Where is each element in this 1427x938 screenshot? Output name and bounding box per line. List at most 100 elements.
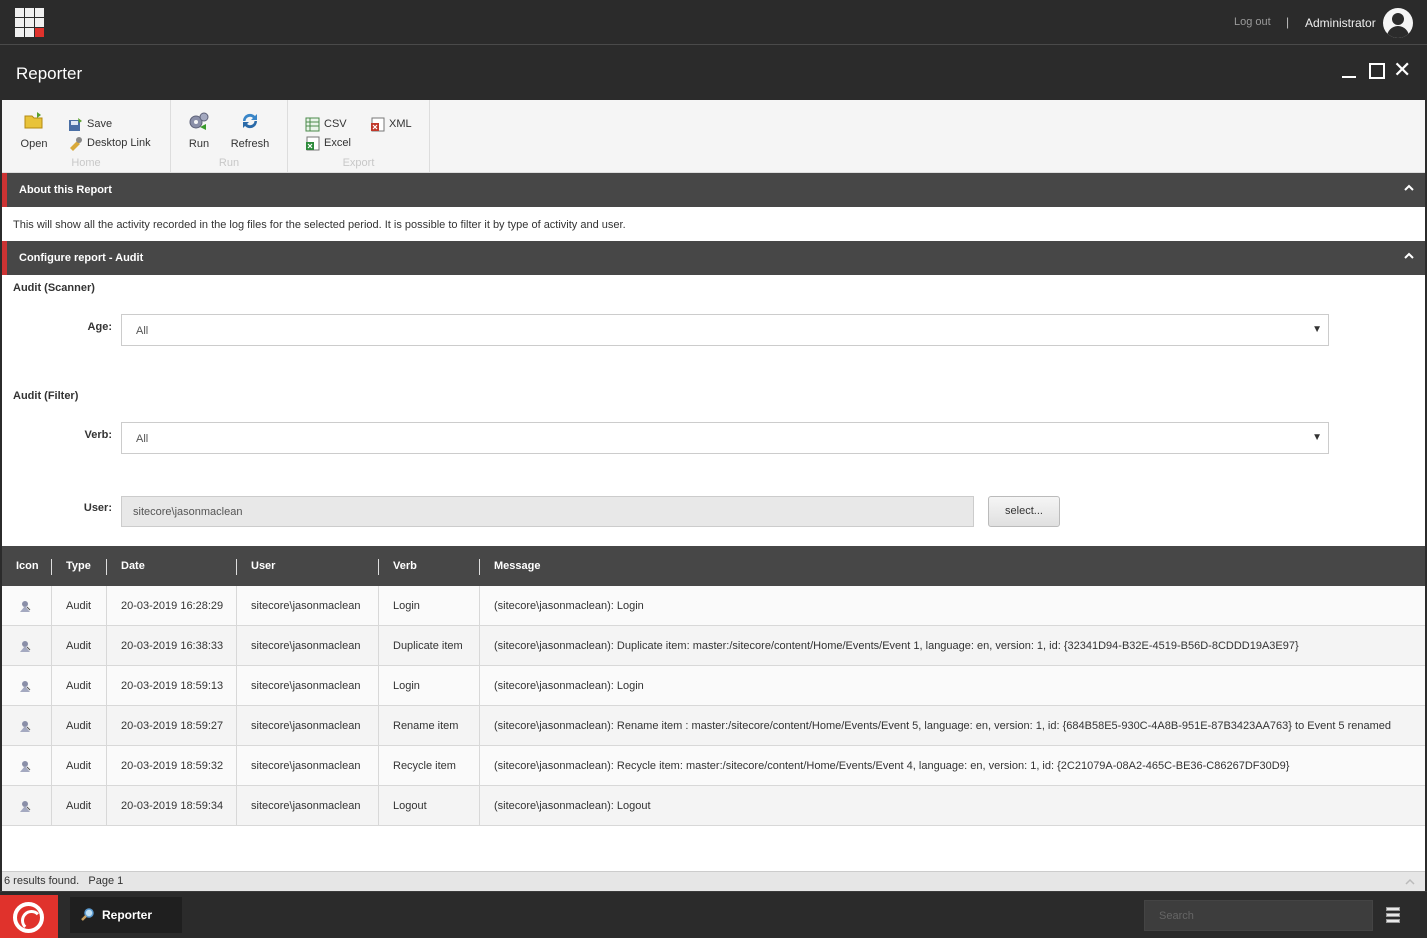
run-button[interactable]: Run: [177, 110, 221, 150]
ribbon-group-export-label: Export: [342, 157, 375, 169]
verb-label: Verb:: [84, 429, 112, 441]
topbar-separator: |: [1286, 15, 1290, 29]
close-icon[interactable]: ✕: [1393, 59, 1413, 81]
start-button[interactable]: [0, 895, 58, 938]
table-row[interactable]: Audit 20-03-2019 18:59:27 sitecore\jason…: [2, 706, 1425, 746]
cell-user: sitecore\jasonmaclean: [237, 746, 379, 786]
avatar[interactable]: [1383, 8, 1413, 38]
taskbar-item-label: Reporter: [102, 908, 153, 922]
cell-message: (sitecore\jasonmaclean): Rename item : m…: [494, 720, 1392, 732]
cell-verb: Login: [379, 586, 480, 626]
taskbar-search-input[interactable]: Search: [1144, 900, 1373, 931]
chevron-up-icon[interactable]: [1405, 877, 1415, 887]
save-button[interactable]: Save: [68, 116, 112, 132]
csv-icon: [305, 117, 320, 131]
top-bar: Log out | Administrator: [0, 0, 1427, 45]
run-label: Run: [188, 138, 210, 150]
xml-label: XML: [389, 118, 412, 130]
desktop-link-button[interactable]: Desktop Link: [68, 135, 151, 151]
column-header-message[interactable]: Message: [480, 546, 1425, 586]
table-row[interactable]: Audit 20-03-2019 18:59:32 sitecore\jason…: [2, 746, 1425, 786]
taskbar-item-reporter[interactable]: Reporter: [70, 897, 182, 933]
logout-link[interactable]: Log out: [1234, 16, 1271, 28]
cell-verb: Recycle item: [379, 746, 480, 786]
search-placeholder: Search: [1159, 910, 1194, 922]
audit-icon: [20, 801, 31, 812]
username-label[interactable]: Administrator: [1305, 16, 1376, 30]
save-icon: [69, 117, 82, 131]
cell-user: sitecore\jasonmaclean: [237, 706, 379, 746]
cell-type: Audit: [52, 666, 107, 706]
cell-type: Audit: [52, 786, 107, 826]
cell-date: 20-03-2019 18:59:13: [107, 666, 237, 706]
export-xml-button[interactable]: XML: [370, 116, 412, 132]
cell-type: Audit: [52, 706, 107, 746]
select-user-button[interactable]: select...: [988, 496, 1060, 527]
cell-user: sitecore\jasonmaclean: [237, 786, 379, 826]
sitecore-logo-icon: [13, 902, 44, 933]
ribbon-group-export: CSV Excel XML Export: [288, 100, 430, 172]
about-section-header[interactable]: About this Report: [2, 173, 1425, 207]
excel-label: Excel: [324, 137, 351, 149]
refresh-icon: [242, 113, 258, 129]
table-row[interactable]: Audit 20-03-2019 16:28:29 sitecore\jason…: [2, 586, 1425, 626]
cell-message: (sitecore\jasonmaclean): Duplicate item:…: [494, 640, 1299, 652]
reporter-window: Open Save Desktop Link Home Run Refresh …: [2, 100, 1425, 891]
results-count: 6 results found. Page 1: [4, 875, 124, 887]
cell-message: (sitecore\jasonmaclean): Login: [494, 600, 644, 612]
ribbon-group-home: Open Save Desktop Link Home: [2, 100, 171, 172]
gears-icon: [189, 112, 209, 130]
configure-section-header[interactable]: Configure report - Audit: [2, 241, 1425, 275]
cell-verb: Rename item: [379, 706, 480, 746]
xml-icon: [371, 117, 385, 131]
verb-selected-value: All: [136, 433, 149, 445]
filter-group-label: Audit (Filter): [13, 390, 79, 402]
cell-date: 20-03-2019 18:59:32: [107, 746, 237, 786]
desktop-link-icon: [70, 136, 82, 151]
table-row[interactable]: Audit 20-03-2019 18:59:13 sitecore\jason…: [2, 666, 1425, 706]
cell-message: (sitecore\jasonmaclean): Logout: [494, 800, 651, 812]
chevron-up-icon[interactable]: [1403, 250, 1415, 262]
verb-select[interactable]: All ▼: [121, 422, 1329, 454]
age-selected-value: All: [136, 325, 149, 337]
open-button[interactable]: Open: [12, 110, 56, 150]
column-header-icon[interactable]: Icon: [2, 546, 52, 586]
age-label: Age:: [87, 321, 112, 333]
menu-icon[interactable]: [1386, 907, 1402, 927]
export-csv-button[interactable]: CSV: [305, 116, 347, 132]
refresh-label: Refresh: [230, 138, 270, 150]
dropdown-arrow-icon: ▼: [1312, 324, 1322, 335]
window-title-bar: Reporter ✕: [2, 46, 1425, 100]
maximize-icon[interactable]: [1367, 60, 1387, 80]
dropdown-arrow-icon: ▼: [1312, 432, 1322, 443]
cell-date: 20-03-2019 16:28:29: [107, 586, 237, 626]
open-label: Open: [20, 138, 48, 150]
column-header-user[interactable]: User: [237, 546, 379, 586]
table-row[interactable]: Audit 20-03-2019 18:59:34 sitecore\jason…: [2, 786, 1425, 826]
column-header-type[interactable]: Type: [52, 546, 107, 586]
column-header-date[interactable]: Date: [107, 546, 237, 586]
cell-date: 20-03-2019 18:59:34: [107, 786, 237, 826]
age-select[interactable]: All ▼: [121, 314, 1329, 346]
minimize-icon[interactable]: [1340, 60, 1360, 80]
refresh-button[interactable]: Refresh: [228, 110, 272, 150]
ribbon-group-run: Run Refresh Run: [171, 100, 288, 172]
status-bar: 6 results found. Page 1: [2, 871, 1425, 891]
chevron-up-icon[interactable]: [1403, 182, 1415, 194]
column-header-verb[interactable]: Verb: [379, 546, 480, 586]
table-row[interactable]: Audit 20-03-2019 16:38:33 sitecore\jason…: [2, 626, 1425, 666]
window-title: Reporter: [16, 64, 83, 83]
taskbar: Reporter Search: [0, 891, 1427, 938]
configure-section-title: Configure report - Audit: [19, 252, 144, 264]
cell-verb: Logout: [379, 786, 480, 826]
ribbon: Open Save Desktop Link Home Run Refresh …: [2, 100, 1425, 173]
cell-user: sitecore\jasonmaclean: [237, 626, 379, 666]
audit-icon: [20, 761, 31, 772]
cell-verb: Duplicate item: [379, 626, 480, 666]
cell-date: 20-03-2019 16:38:33: [107, 626, 237, 666]
app-launcher-icon[interactable]: [15, 8, 44, 37]
export-excel-button[interactable]: Excel: [305, 135, 351, 151]
about-description: This will show all the activity recorded…: [13, 219, 626, 231]
audit-icon: [20, 641, 31, 652]
desktop-link-label: Desktop Link: [87, 137, 151, 149]
